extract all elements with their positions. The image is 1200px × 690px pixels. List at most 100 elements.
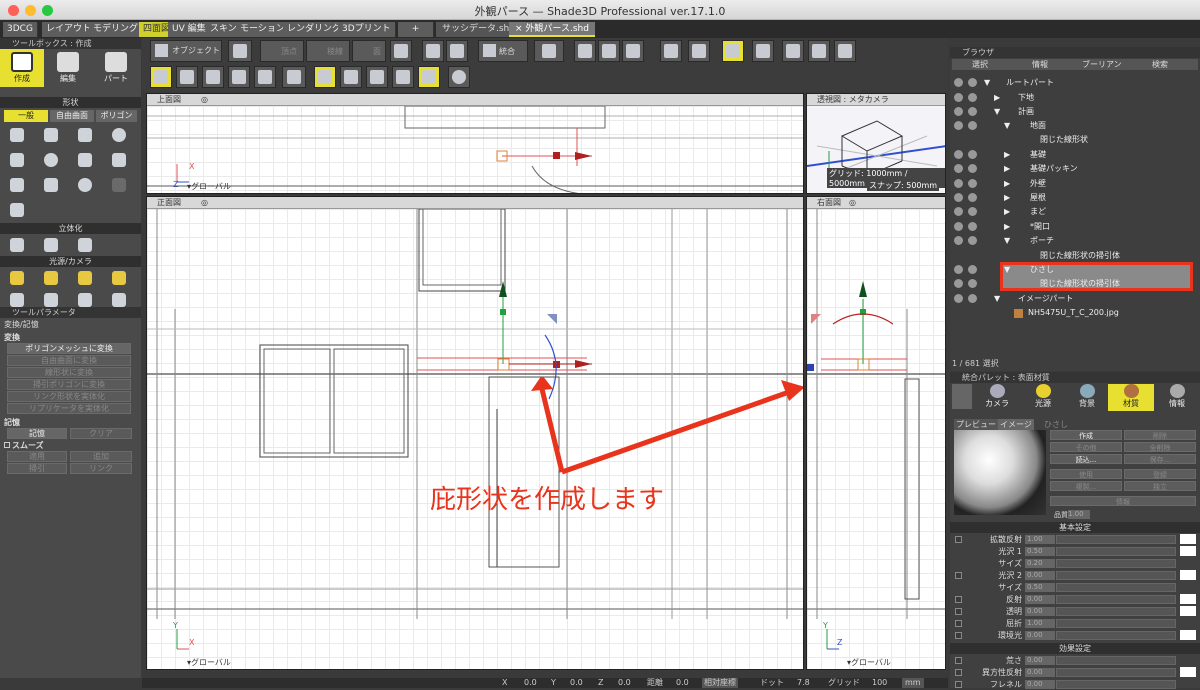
tree-row-image-part[interactable]: ▼ イメージパート [950,292,1200,306]
browser-tab-select[interactable]: 選択 [972,59,988,70]
eye-icon[interactable] [954,222,963,231]
palette-tab-info[interactable]: 情報 [1154,384,1200,411]
lock-icon[interactable] [968,236,977,245]
lock-icon[interactable] [968,265,977,274]
to-line-button[interactable]: 線形状に変換 [7,367,131,378]
merge-button[interactable]: 統合 [478,40,528,62]
apply-button[interactable]: 適用 [7,451,67,462]
measure-button[interactable] [534,40,564,62]
area-button[interactable] [282,66,306,88]
shaded-button[interactable] [418,66,440,88]
eye-icon[interactable] [954,121,963,130]
color-swatch[interactable] [1180,667,1196,677]
mode-tab-3dprint[interactable]: 3Dプリント [338,22,396,37]
target-icon[interactable]: ◎ [849,198,856,207]
create-mode-button[interactable]: 作成 [0,49,44,87]
smooth-label[interactable]: スムーズ [4,440,44,451]
unit-select[interactable]: mm [902,678,924,688]
doc-tab-exterior[interactable]: × 外観パース.shd [509,22,595,37]
lock-icon[interactable] [968,207,977,216]
lock-icon[interactable] [968,279,977,288]
top-view[interactable]: 上面図 ◎ X Z ▾グローバル [146,93,804,194]
color-swatch[interactable] [1180,546,1196,556]
mode-tab-motion[interactable]: モーション [236,22,290,37]
mode-tab-3dcg[interactable]: 3DCG [3,22,38,37]
quality-input[interactable]: 1.00 [1068,510,1090,519]
eye-icon[interactable] [954,265,963,274]
lock-icon[interactable] [968,222,977,231]
spot-light-tool[interactable] [40,268,62,288]
material-preview-toggle[interactable] [952,384,972,409]
tree-row-shitaji[interactable]: ▶ 下地 [950,91,1200,105]
wedge-tool[interactable] [108,150,130,170]
coord-mode-select[interactable]: 相対座標 [702,678,738,688]
mesh-button[interactable] [366,66,388,88]
numeric-input-button[interactable] [228,66,250,88]
tree-row-opening[interactable]: ▶ *開口 [950,220,1200,234]
mode-tab-uv-edit[interactable]: UV 編集 [168,22,211,37]
tree-row-ground[interactable]: ▼ 地面 [950,119,1200,133]
eye-icon[interactable] [954,207,963,216]
dimension-button[interactable] [254,66,276,88]
register-button[interactable]: 登録 [1124,469,1196,479]
clear-button[interactable]: クリア [70,428,132,439]
slider[interactable] [1056,559,1176,568]
target-button[interactable] [574,40,596,62]
area-light-tool[interactable] [108,268,130,288]
lock-icon[interactable] [968,121,977,130]
eye-icon[interactable] [954,164,963,173]
eye-icon[interactable] [954,150,963,159]
smooth-checkbox[interactable] [4,442,10,448]
color-swatch[interactable] [1180,606,1196,616]
checkbox[interactable] [955,536,962,543]
front-global-label[interactable]: ▾グローバル [187,657,231,668]
checkbox[interactable] [955,681,962,688]
shape-tab-general[interactable]: 一般 [4,110,48,122]
eye-icon[interactable] [954,236,963,245]
tree-row-foundation[interactable]: ▶ 基礎 [950,148,1200,162]
eye-icon[interactable] [954,107,963,116]
delete-all-button[interactable]: 全削除 [1124,442,1196,452]
wireframe-button[interactable] [314,66,336,88]
sweep-tool[interactable] [74,235,96,255]
eye-icon[interactable] [954,93,963,102]
sweep-button[interactable]: 掃引 [7,463,67,474]
box-tool[interactable] [6,150,28,170]
tree-row-window[interactable]: ▶ まど [950,205,1200,219]
shape-section[interactable]: 形状 [0,97,141,108]
eye-icon[interactable] [954,279,963,288]
lock-icon[interactable] [968,150,977,159]
grid-button[interactable] [752,40,774,62]
sphere-tool[interactable] [40,150,62,170]
lasso-button[interactable] [446,40,468,62]
lock-icon[interactable] [968,78,977,87]
mode-tab-layout[interactable]: レイアウト [42,22,97,37]
slider[interactable] [1056,583,1176,592]
tree-row-porch[interactable]: ▼ ポーチ [950,234,1200,248]
realize-link-button[interactable]: リンク形状を実体化 [7,391,131,402]
slider[interactable] [1056,547,1176,556]
target-icon[interactable]: ◎ [201,198,208,207]
color-swatch[interactable] [1180,630,1196,640]
lock-icon[interactable] [968,294,977,303]
checkbox[interactable] [955,657,962,664]
checkbox[interactable] [955,596,962,603]
right-global-label[interactable]: ▾グローバル [847,657,891,668]
tree-row-hisashi-sweep[interactable]: 閉じた線形状の掃引体 [950,277,1200,291]
head-button[interactable] [808,40,830,62]
snap-grid-button[interactable] [150,66,172,88]
slider[interactable] [1056,668,1176,677]
xz-plane-button[interactable] [688,40,710,62]
image-tab[interactable]: イメージ [998,419,1034,430]
add-button[interactable]: 追加 [70,451,132,462]
checkbox[interactable] [955,669,962,676]
tree-row-hisashi[interactable]: ▼ ひさし [950,263,1200,277]
mode-tab-modeling[interactable]: モデリング [89,22,144,37]
glasses-button[interactable] [834,40,856,62]
table-button[interactable] [782,40,804,62]
tree-row-root[interactable]: ▼ ルートパート [950,76,1200,90]
shape-tab-freeform[interactable]: 自由曲面 [50,110,94,122]
color-swatch[interactable] [1180,534,1196,544]
cone-tool[interactable] [74,150,96,170]
cube-tool[interactable] [6,200,28,220]
